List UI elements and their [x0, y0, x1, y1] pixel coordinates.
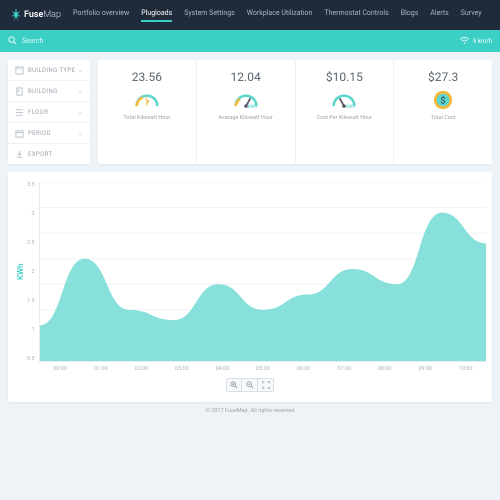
- nav-item-system-settings[interactable]: System Settings: [184, 9, 235, 22]
- filter-panel: BUILDING TYPE⌄BUILDING⌄FLOOR⌄PERIOD⌄EXPO…: [8, 60, 90, 164]
- svg-text:KWh: KWh: [247, 105, 257, 109]
- chart-controls: [14, 378, 486, 392]
- speed-indicator: 9 km/h: [460, 37, 492, 46]
- chevron-down-icon: ⌄: [78, 130, 83, 137]
- nav-item-alerts[interactable]: Alerts: [430, 9, 448, 22]
- stat-card: 12.04 KWh Avarage Kilowatt Hour: [197, 60, 296, 164]
- stat-icon: [104, 90, 190, 110]
- stat-value: $10.15: [302, 70, 388, 84]
- y-axis: 3.532.521.510.5: [27, 182, 39, 362]
- svg-text:KWh: KWh: [346, 105, 356, 109]
- stat-label: Cost Per Kilowatt Hour: [302, 115, 388, 122]
- logo-icon: [10, 8, 22, 22]
- stat-value: 12.04: [203, 70, 289, 84]
- search-icon: [8, 36, 17, 47]
- filter-floor[interactable]: FLOOR⌄: [8, 102, 90, 123]
- x-axis: 00:0001:0002:0003:0004:0005:0006:0007:00…: [40, 362, 486, 372]
- stat-card: 23.56 Total Kilowatt Hour: [98, 60, 197, 164]
- filter-icon: [15, 129, 23, 137]
- stat-value: $27.3: [400, 70, 486, 84]
- stat-value: 23.56: [104, 70, 190, 84]
- chart-plot[interactable]: [39, 182, 486, 362]
- search-bar: 9 km/h: [0, 30, 500, 52]
- nav-item-portfolio-overview[interactable]: Portfolio overview: [73, 9, 129, 22]
- search-box[interactable]: [8, 36, 454, 47]
- filter-building[interactable]: BUILDING⌄: [8, 81, 90, 102]
- svg-text:$: $: [441, 96, 446, 107]
- logo-text: FuseMap: [24, 10, 61, 20]
- fullscreen-button[interactable]: [258, 378, 274, 392]
- stat-label: Total Kilowatt Hour: [104, 115, 190, 122]
- zoom-in-button[interactable]: [226, 378, 242, 392]
- brand-logo[interactable]: FuseMap: [10, 8, 61, 22]
- filter-period[interactable]: PERIOD⌄: [8, 123, 90, 144]
- stat-card: $10.15 KWh Cost Per Kilowatt Hour: [296, 60, 395, 164]
- filter-icon: [15, 87, 23, 95]
- stat-card: $27.3 $ Total Cost: [394, 60, 492, 164]
- stats-panel: 23.56 Total Kilowatt Hour 12.04 KWh Avarage …: [98, 60, 492, 164]
- stat-icon: KWh: [203, 90, 289, 110]
- chevron-down-icon: ⌄: [78, 67, 83, 74]
- zoom-out-button[interactable]: [242, 378, 258, 392]
- filter-icon: [15, 108, 23, 116]
- y-axis-label: KWh: [14, 182, 27, 362]
- nav-item-plugloads[interactable]: Plugloads: [141, 9, 172, 22]
- stat-icon: KWh: [302, 90, 388, 110]
- filter-icon: [15, 66, 23, 74]
- nav-item-survey[interactable]: Survey: [461, 9, 482, 22]
- nav-item-blogs[interactable]: Blogs: [401, 9, 419, 22]
- chevron-down-icon: ⌄: [78, 88, 83, 95]
- stat-icon: $: [400, 90, 486, 110]
- search-input[interactable]: [22, 37, 454, 45]
- footer-text: © 2017 FuseMap. All rights reserved: [0, 402, 500, 420]
- chart-container: KWh 3.532.521.510.5 00:0001:0002:0003:00…: [8, 172, 492, 402]
- filter-icon: [15, 150, 23, 158]
- nav-item-thermostat-controls[interactable]: Thermostat Controls: [324, 9, 388, 22]
- nav-item-workplace-utilization[interactable]: Workplace Utilization: [247, 9, 313, 22]
- stat-label: Total Cost: [400, 115, 486, 122]
- chevron-down-icon: ⌄: [78, 109, 83, 116]
- filter-building-type[interactable]: BUILDING TYPE⌄: [8, 60, 90, 81]
- stat-label: Avarage Kilowatt Hour: [203, 115, 289, 122]
- top-nav: FuseMap Portfolio overview Plugloads Syste…: [0, 0, 500, 30]
- filter-export[interactable]: EXPORT: [8, 144, 90, 164]
- wifi-icon: [460, 37, 469, 46]
